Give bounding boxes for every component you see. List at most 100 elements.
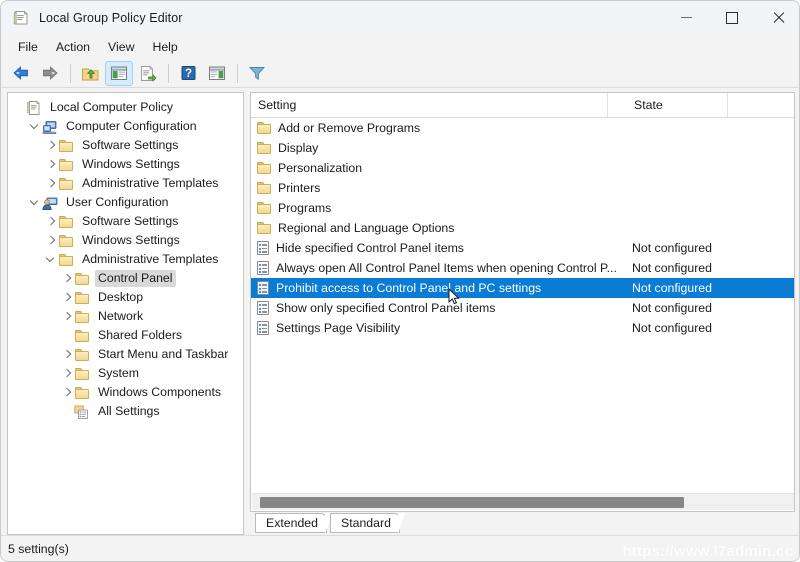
back-button[interactable]: [7, 61, 35, 86]
list-horizontal-scrollbar[interactable]: [252, 493, 795, 510]
statusbar: 5 setting(s): [1, 535, 800, 561]
table-row[interactable]: Printers: [251, 178, 794, 198]
setting-name: Display: [278, 141, 628, 155]
setting-state: Not configured: [626, 281, 762, 295]
tree-item-windows-settings[interactable]: Windows Settings: [8, 155, 243, 174]
setting-name: Add or Remove Programs: [278, 121, 628, 135]
chevron-right-icon[interactable]: [44, 212, 58, 231]
funnel-filter-icon: [248, 65, 266, 81]
settings-list-pane: Setting State Add or Remove Programs Disp…: [250, 92, 795, 512]
filter-button[interactable]: [243, 61, 271, 86]
tree-item-shared-folders[interactable]: Shared Folders: [8, 326, 243, 345]
chevron-right-icon[interactable]: [60, 345, 74, 364]
table-row[interactable]: Hide specified Control Panel itemsNot co…: [251, 238, 794, 258]
tree-item-software-settings[interactable]: Software Settings: [8, 136, 243, 155]
scrollbar-thumb[interactable]: [260, 497, 684, 508]
tab-extended[interactable]: Extended: [255, 513, 327, 533]
tree-item-computer-configuration[interactable]: Computer Configuration: [8, 117, 243, 136]
folder-icon: [58, 233, 74, 249]
tree-item-network[interactable]: Network: [8, 307, 243, 326]
window-controls: [663, 1, 800, 34]
chevron-right-icon[interactable]: [60, 269, 74, 288]
folder-icon: [256, 220, 272, 236]
tree-item-label: Windows Components: [95, 384, 224, 401]
column-header-state[interactable]: State: [608, 93, 728, 117]
tree-item-start-menu-and-taskbar[interactable]: Start Menu and Taskbar: [8, 345, 243, 364]
tree-item-desktop[interactable]: Desktop: [8, 288, 243, 307]
minimize-icon: [681, 17, 692, 18]
folder-icon: [74, 347, 90, 363]
question-mark-icon: ?: [180, 65, 197, 81]
menu-action[interactable]: Action: [47, 37, 99, 57]
help-button[interactable]: ?: [174, 61, 202, 86]
window-title: Local Group Policy Editor: [39, 11, 183, 25]
chevron-right-icon[interactable]: [44, 155, 58, 174]
tree-item-windows-components[interactable]: Windows Components: [8, 383, 243, 402]
minimize-button[interactable]: [663, 1, 709, 34]
tree-item-label: Computer Configuration: [63, 118, 200, 135]
folder-icon: [58, 214, 74, 230]
chevron-right-icon[interactable]: [44, 231, 58, 250]
table-row[interactable]: Always open All Control Panel Items when…: [251, 258, 794, 278]
folder-icon: [74, 309, 90, 325]
folder-up-icon: [81, 65, 100, 82]
folder-icon: [256, 140, 272, 156]
folder-icon: [74, 385, 90, 401]
folder-icon: [58, 252, 74, 268]
show-hide-action-pane-button[interactable]: [203, 61, 231, 86]
up-one-level-button[interactable]: [76, 61, 104, 86]
chevron-down-icon[interactable]: [28, 193, 42, 212]
chevron-right-icon[interactable]: [60, 288, 74, 307]
table-row[interactable]: Add or Remove Programs: [251, 118, 794, 138]
tree-item-label: Shared Folders: [95, 327, 185, 344]
table-row[interactable]: Display: [251, 138, 794, 158]
chevron-right-icon[interactable]: [44, 174, 58, 193]
menu-help[interactable]: Help: [143, 37, 186, 57]
tree-item-local-computer-policy[interactable]: Local Computer Policy: [8, 98, 243, 117]
policy-document-icon: [26, 100, 42, 116]
tab-standard[interactable]: Standard: [330, 513, 400, 533]
list-column-headers: Setting State: [251, 93, 794, 118]
tree-item-windows-settings[interactable]: Windows Settings: [8, 231, 243, 250]
tree-item-label: Administrative Templates: [79, 251, 221, 268]
table-row[interactable]: Prohibit access to Control Panel and PC …: [251, 278, 794, 298]
chevron-right-icon[interactable]: [60, 307, 74, 326]
forward-button[interactable]: [36, 61, 64, 86]
export-list-button[interactable]: [134, 61, 162, 86]
policy-setting-icon: [256, 321, 270, 336]
setting-name: Printers: [278, 181, 628, 195]
tree-item-user-configuration[interactable]: User Configuration: [8, 193, 243, 212]
close-button[interactable]: [755, 1, 800, 34]
table-row[interactable]: Settings Page VisibilityNot configured: [251, 318, 794, 338]
svg-text:?: ?: [184, 68, 191, 80]
menu-file[interactable]: File: [9, 37, 47, 57]
table-row[interactable]: Personalization: [251, 158, 794, 178]
menu-view[interactable]: View: [99, 37, 143, 57]
tree-item-label: Start Menu and Taskbar: [95, 346, 231, 363]
tree-item-administrative-templates[interactable]: Administrative Templates: [8, 174, 243, 193]
tree-item-label: Control Panel: [95, 270, 176, 287]
chevron-down-icon[interactable]: [28, 117, 42, 136]
tree-item-all-settings[interactable]: All Settings: [8, 402, 243, 421]
maximize-button[interactable]: [709, 1, 755, 34]
tree-item-software-settings[interactable]: Software Settings: [8, 212, 243, 231]
column-header-setting[interactable]: Setting: [251, 93, 608, 117]
show-hide-console-tree-button[interactable]: [105, 61, 133, 86]
table-row[interactable]: Regional and Language Options: [251, 218, 794, 238]
table-row[interactable]: Show only specified Control Panel itemsN…: [251, 298, 794, 318]
chevron-spacer: [60, 402, 74, 421]
table-row[interactable]: Programs: [251, 198, 794, 218]
tree-item-system[interactable]: System: [8, 364, 243, 383]
titlebar: Local Group Policy Editor: [1, 1, 800, 35]
setting-name: Regional and Language Options: [278, 221, 628, 235]
chevron-right-icon[interactable]: [60, 364, 74, 383]
chevron-right-icon[interactable]: [44, 136, 58, 155]
tree-item-label: Administrative Templates: [79, 175, 221, 192]
chevron-right-icon[interactable]: [60, 383, 74, 402]
tree-item-control-panel[interactable]: Control Panel: [8, 269, 243, 288]
tree-item-label: Desktop: [95, 289, 146, 306]
policy-setting-icon: [256, 261, 270, 276]
tree-item-administrative-templates[interactable]: Administrative Templates: [8, 250, 243, 269]
setting-name: Programs: [278, 201, 628, 215]
chevron-down-icon[interactable]: [44, 250, 58, 269]
